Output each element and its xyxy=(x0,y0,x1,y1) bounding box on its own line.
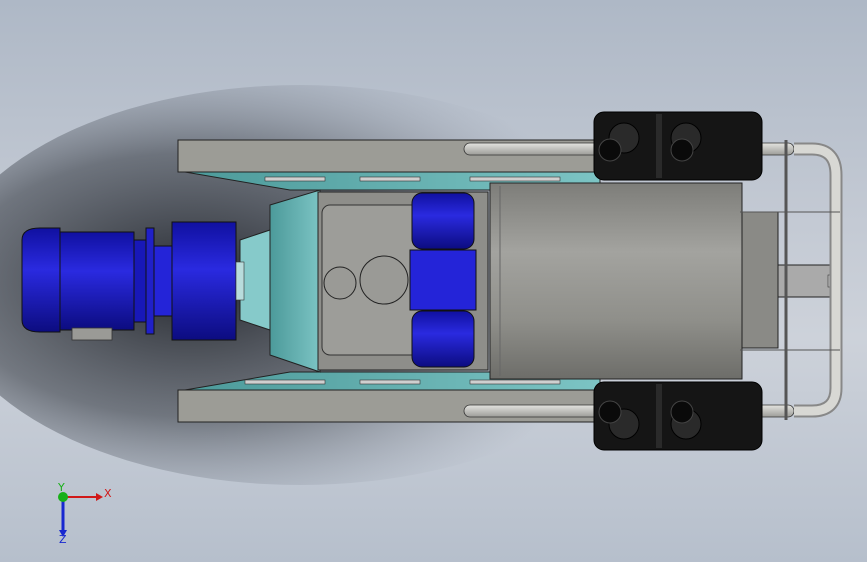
y-axis-label: Y xyxy=(57,481,65,494)
gear-large xyxy=(359,255,409,305)
model-canvas[interactable]: X Y Z xyxy=(0,0,867,562)
drive-motor[interactable] xyxy=(21,221,245,341)
x-axis-label: X xyxy=(104,487,112,500)
track-top[interactable] xyxy=(593,111,763,181)
blue-roller[interactable] xyxy=(409,192,477,368)
track-bottom[interactable] xyxy=(593,381,763,451)
gear-small xyxy=(323,266,357,300)
cad-viewport[interactable]: X Y Z xyxy=(0,0,867,562)
z-axis-label: Z xyxy=(59,533,67,546)
orientation-triad[interactable]: X Y Z xyxy=(57,481,112,546)
